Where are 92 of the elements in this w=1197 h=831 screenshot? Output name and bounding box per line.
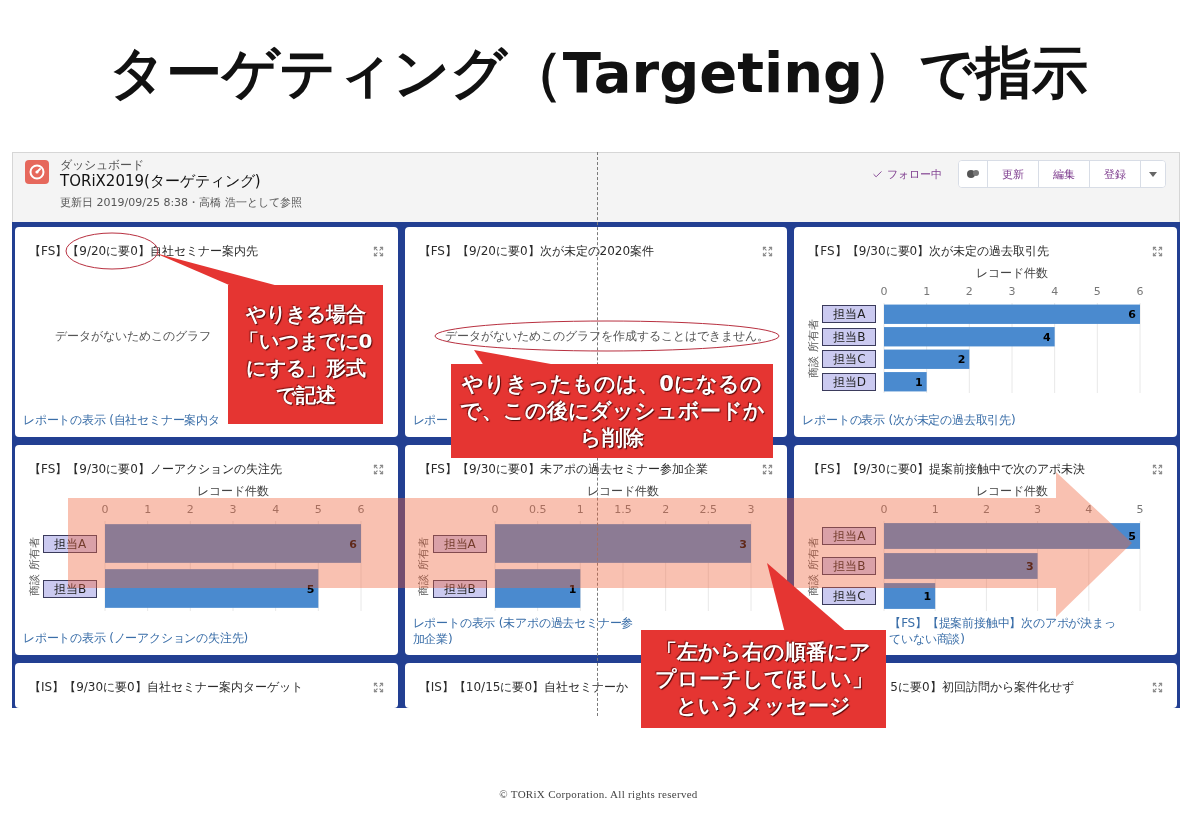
bar-value-label: 1: [923, 590, 932, 603]
report-link[interactable]: レポートの表示 (自社セミナー案内タ: [23, 412, 220, 428]
tick-label: 1: [923, 285, 931, 298]
category-label: 担当B: [822, 327, 877, 346]
category-label: 担当B: [432, 579, 487, 598]
updated-info: 更新日 2019/09/25 8:38・高橋 浩一として参照: [60, 196, 302, 209]
bar: [884, 583, 936, 609]
dashboard-title: TORiX2019(ターゲティング): [60, 172, 262, 191]
tick-label: 3: [747, 503, 755, 516]
circles-icon: [967, 169, 979, 179]
card-title: 【FS】【9/30に要0】次が未定の過去取引先: [808, 244, 1050, 258]
tick-label: 0.5: [528, 503, 547, 516]
no-data-message: データがないためこのグラフを作成することはできません。: [444, 329, 769, 344]
tick-label: 4: [1051, 285, 1059, 298]
card-title: 5に要0】初回訪問から案件化せず: [890, 680, 1074, 694]
axis-title: 商談 所有者: [26, 536, 42, 596]
bar-value-label: 1: [915, 375, 923, 389]
tick-label: 1: [932, 503, 940, 516]
category-label: 担当C: [822, 350, 877, 369]
tick-label: 6: [357, 503, 365, 516]
card-title: 【FS】【9/30に要0】ノーアクションの失注先: [29, 462, 282, 476]
tick-label: 6: [1136, 285, 1144, 298]
tick-label: 5: [1136, 503, 1144, 516]
tick-label: 4: [272, 503, 280, 516]
expand-icon[interactable]: [1152, 463, 1163, 475]
bar-value-label: 1: [568, 582, 576, 596]
tick-label: 1.5: [613, 503, 632, 516]
tick-label: 0: [491, 503, 499, 516]
tick-label: 3: [1008, 285, 1016, 298]
expand-icon[interactable]: [372, 245, 384, 257]
category-label: 担当A: [432, 534, 487, 553]
dashboard-label: ダッシュボード: [60, 158, 145, 172]
tick-label: 5: [314, 503, 322, 516]
bar-value-label: 3: [1026, 560, 1034, 573]
axis-title: 商談 所有者: [805, 536, 821, 596]
tick-label: 3: [229, 503, 237, 516]
bar: [884, 372, 927, 392]
expand-icon[interactable]: [372, 463, 384, 475]
expand-icon[interactable]: [1152, 681, 1163, 693]
tick-label: 0: [101, 503, 109, 516]
tick-label: 2: [983, 503, 991, 516]
tick-label: 2: [966, 285, 974, 298]
caret-icon: [1149, 171, 1157, 177]
expand-icon[interactable]: [372, 681, 384, 693]
annotation-callout: やりきる場合「いつまでに0にする」形式で記述: [228, 285, 383, 424]
dropdown-button[interactable]: [1140, 161, 1165, 187]
bar-value-label: 5: [1128, 530, 1137, 543]
tick-label: 0: [880, 285, 888, 298]
expand-icon[interactable]: [762, 463, 774, 475]
tick-label: 2: [186, 503, 194, 516]
bar-value-label: 5: [306, 582, 315, 596]
bar-value-label: 4: [1043, 330, 1051, 344]
tick-label: 2: [661, 503, 669, 516]
expand-icon[interactable]: [1152, 245, 1163, 257]
category-label: 担当B: [822, 557, 877, 575]
tick-label: 1: [576, 503, 584, 516]
report-link[interactable]: レポートの表示 (次が未定の過去取引先): [802, 412, 1016, 428]
check-icon: [872, 168, 883, 180]
report-link[interactable]: 【FS】【提案前接触中】次のアポが決まっていない商談): [889, 615, 1118, 647]
bar-value-label: 6: [1128, 308, 1137, 322]
tick-label: 0: [880, 503, 888, 516]
axis-title: レコード件数: [197, 484, 269, 498]
card-title: 【FS】【9/30に要0】提案前接触中で次のアポ未決: [808, 462, 1086, 476]
axis-title: 商談 所有者: [805, 318, 821, 378]
no-data-message: データがないためこのグラフ: [55, 329, 211, 344]
report-link[interactable]: レポー: [412, 412, 449, 428]
axis-title: レコード件数: [586, 484, 659, 498]
bar-value-label: 6: [349, 537, 357, 551]
report-link[interactable]: レポートの表示 (未アポの過去セミナー参加企業): [412, 615, 641, 647]
copyright-text: © TORiX Corporation. All rights reserved: [499, 788, 698, 800]
category-label: 担当A: [822, 305, 877, 324]
tick-label: 3: [1034, 503, 1042, 516]
category-label: 担当C: [822, 587, 877, 605]
tick-label: 2.5: [699, 503, 717, 516]
category-label: 担当D: [822, 372, 877, 391]
axis-title: レコード件数: [976, 266, 1049, 280]
bar-value-label: 2: [958, 353, 966, 367]
axis-title: レコード件数: [976, 484, 1049, 498]
category-label: 担当B: [43, 579, 97, 598]
tick-label: 4: [1085, 503, 1093, 516]
category-label: 担当A: [822, 527, 877, 545]
gauge-icon: [25, 160, 49, 184]
tick-label: 1: [144, 503, 152, 516]
card-title: 【FS】【9/30に要0】未アポの過去セミナー参加企業: [418, 462, 708, 476]
slide-title: ターゲティング（Targeting）で指示: [108, 41, 1089, 105]
axis-title: 商談 所有者: [416, 536, 432, 596]
report-link[interactable]: レポートの表示 (ノーアクションの失注先): [23, 630, 248, 646]
bar-value-label: 3: [739, 537, 747, 551]
follow-button[interactable]: フォロー中: [872, 164, 942, 184]
tick-label: 5: [1094, 285, 1102, 298]
card-title: 【IS】【9/30に要0】自社セミナー案内ターゲット: [29, 680, 303, 694]
expand-icon[interactable]: [762, 245, 774, 257]
